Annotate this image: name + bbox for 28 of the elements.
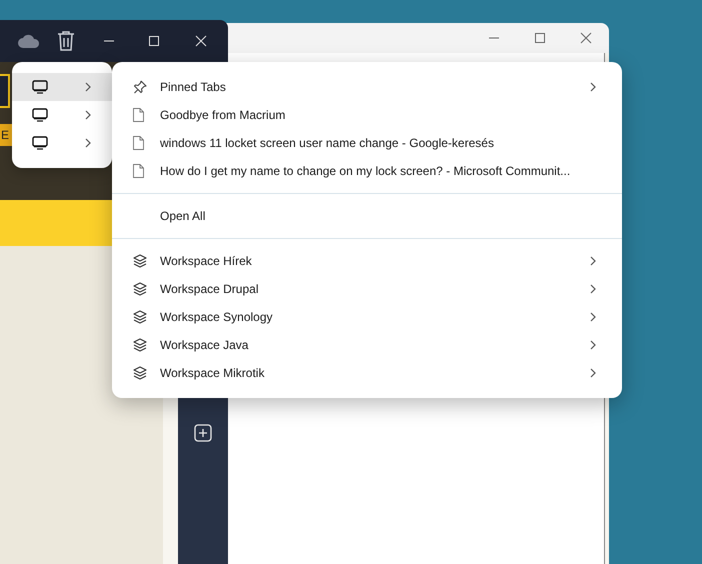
page-icon [133,164,144,178]
menu-item[interactable]: Workspace Drupal [112,275,622,303]
menu-item[interactable]: Workspace Java [112,331,622,359]
monitor-icon [32,108,48,122]
layers-icon [133,282,147,296]
menu-item[interactable]: Pinned Tabs [112,73,622,101]
page-icon [133,136,144,150]
layers-icon [133,254,147,268]
monitor-icon [32,136,48,150]
pin-icon [133,80,147,94]
menu-item[interactable]: Workspace Hírek [112,247,622,275]
device-item[interactable] [12,73,112,101]
menu-item[interactable]: Goodbye from Macrium [112,101,622,129]
layers-icon [133,338,147,352]
menu-item[interactable]: Workspace Mikrotik [112,359,622,387]
page-icon [133,108,144,122]
trash-icon[interactable] [57,30,75,52]
layers-icon [133,366,147,380]
monitor-icon [32,80,48,94]
menu-item[interactable]: windows 11 locket screen user name change - Google-keresés [112,129,622,157]
add-icon[interactable] [194,424,212,442]
dark-box [0,74,10,108]
menu-item[interactable]: Workspace Synology [112,303,622,331]
cut-text: E [1,128,10,142]
layers-icon [133,310,147,324]
cloud-icon[interactable] [17,33,41,49]
menu-item[interactable]: How do I get my name to change on my lock screen? - Microsoft Communit... [112,157,622,185]
menu-item[interactable]: Open All [112,202,622,230]
